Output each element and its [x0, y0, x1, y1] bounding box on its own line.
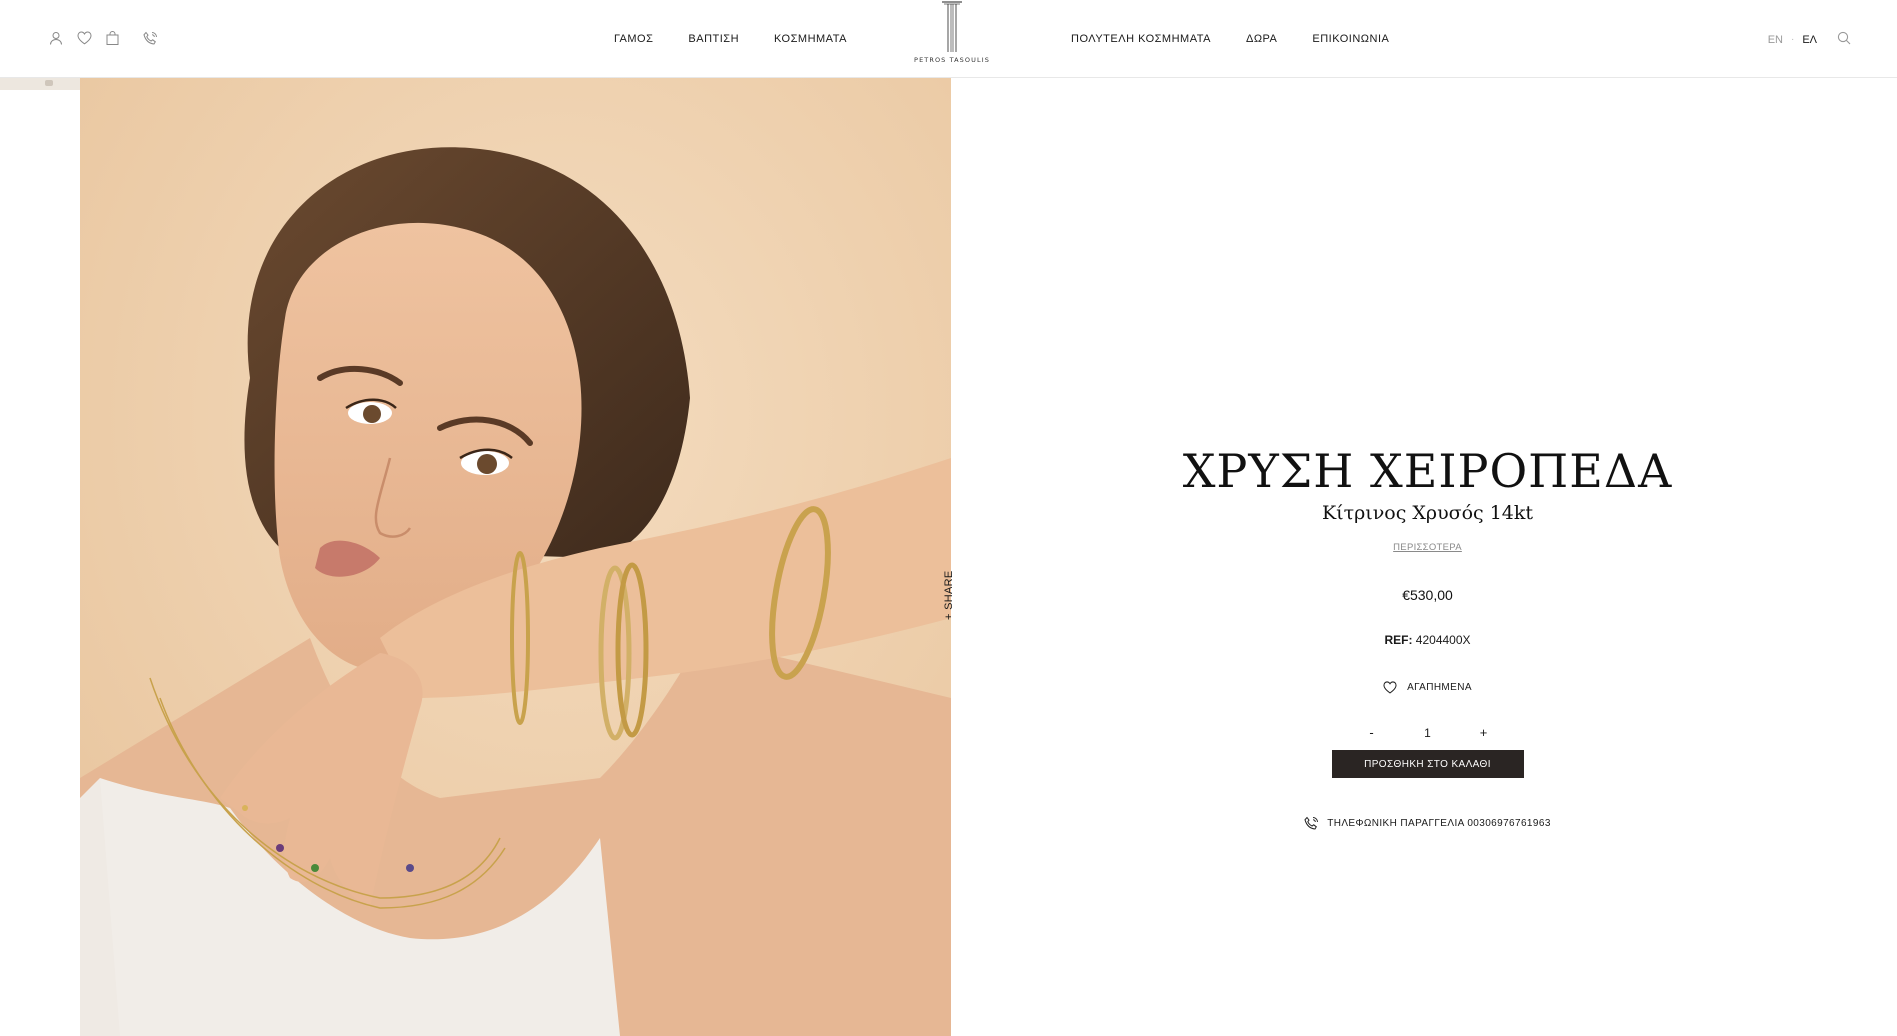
product-subtitle: Κίτρινος Χρυσός 14kt — [1321, 502, 1534, 524]
product-ref: REF: 4204400X — [1140, 633, 1715, 647]
phone-icon[interactable] — [142, 30, 158, 46]
model-photo-illustration — [80, 78, 951, 1036]
ref-value: 4204400X — [1415, 633, 1471, 647]
product-title: ΧΡΥΣΗ ΧΕΙΡΟΠΕΔΑ — [1182, 444, 1673, 498]
search-icon[interactable] — [1837, 31, 1851, 48]
phone-icon — [1304, 816, 1319, 830]
logo-mark-icon — [942, 1, 962, 52]
nav-item-gifts[interactable]: ΔΩΡΑ — [1246, 33, 1277, 45]
quantity-input[interactable]: 1 — [1418, 726, 1438, 740]
main-nav-left: ΓΑΜΟΣ ΒΑΠΤΙΣΗ ΚΟΣΜΗΜΑΤΑ — [614, 33, 847, 45]
main-nav-right: ΠΟΛΥΤΕΛΗ ΚΟΣΜΗΜΑΤΑ ΔΩΡΑ ΕΠΙΚΟΙΝΩΝΙΑ — [1071, 33, 1389, 45]
site-logo[interactable]: PETROS TASOULIS — [914, 0, 990, 68]
product-image[interactable] — [80, 78, 951, 1036]
nav-item-wedding[interactable]: ΓΑΜΟΣ — [614, 33, 653, 45]
user-icon[interactable] — [48, 30, 64, 46]
add-to-cart-button[interactable]: ΠΡΟΣΘΗΚΗ ΣΤΟ ΚΑΛΑΘΙ — [1331, 750, 1524, 778]
nav-item-contact[interactable]: ΕΠΙΚΟΙΝΩΝΙΑ — [1312, 33, 1389, 45]
lang-en[interactable]: EN — [1768, 34, 1783, 46]
lang-separator: · — [1790, 34, 1795, 45]
nav-item-jewelry[interactable]: ΚΟΣΜΗΜΑΤΑ — [774, 33, 847, 45]
favorites-label: ΑΓΑΠΗΜΕΝΑ — [1407, 682, 1472, 693]
quantity-stepper: - 1 + — [1140, 725, 1715, 740]
ref-label: REF: — [1384, 633, 1413, 647]
add-to-favorites[interactable]: ΑΓΑΠΗΜΕΝΑ — [1383, 681, 1472, 694]
language-switcher: EN · ΕΛ — [1768, 31, 1851, 48]
more-details-link[interactable]: ΠΕΡΙΣΣΟΤΕΡΑ — [1393, 542, 1462, 553]
lang-el[interactable]: ΕΛ — [1802, 34, 1817, 46]
quantity-increase-button[interactable]: + — [1478, 725, 1490, 740]
product-price: €530,00 — [1402, 587, 1453, 603]
site-header: ΓΑΜΟΣ ΒΑΠΤΙΣΗ ΚΟΣΜΗΜΑΤΑ PETROS TASOULIS … — [0, 0, 1897, 78]
phone-order: ΤΗΛΕΦΩΝΙΚΗ ΠΑΡΑΓΓΕΛΙΑ 00306976761963 — [1304, 816, 1551, 831]
nav-item-baptism[interactable]: ΒΑΠΤΙΣΗ — [688, 33, 739, 45]
logo-text: PETROS TASOULIS — [914, 56, 990, 64]
product-info: ΧΡΥΣΗ ΧΕΙΡΟΠΕΔΑ Κίτρινος Χρυσός 14kt ΠΕΡ… — [1140, 448, 1715, 836]
phone-order-label[interactable]: ΤΗΛΕΦΩΝΙΚΗ ΠΑΡΑΓΓΕΛΙΑ 00306976761963 — [1327, 818, 1551, 829]
quantity-decrease-button[interactable]: - — [1366, 725, 1378, 740]
nav-item-luxury-jewelry[interactable]: ΠΟΛΥΤΕΛΗ ΚΟΣΜΗΜΑΤΑ — [1071, 33, 1211, 45]
utility-icons — [48, 30, 158, 46]
thumbnail-strip[interactable] — [0, 78, 80, 90]
heart-icon[interactable] — [76, 30, 92, 46]
shopping-bag-icon[interactable] — [104, 30, 120, 46]
share-toggle[interactable]: + SHARE — [943, 571, 955, 620]
heart-icon — [1383, 681, 1397, 694]
